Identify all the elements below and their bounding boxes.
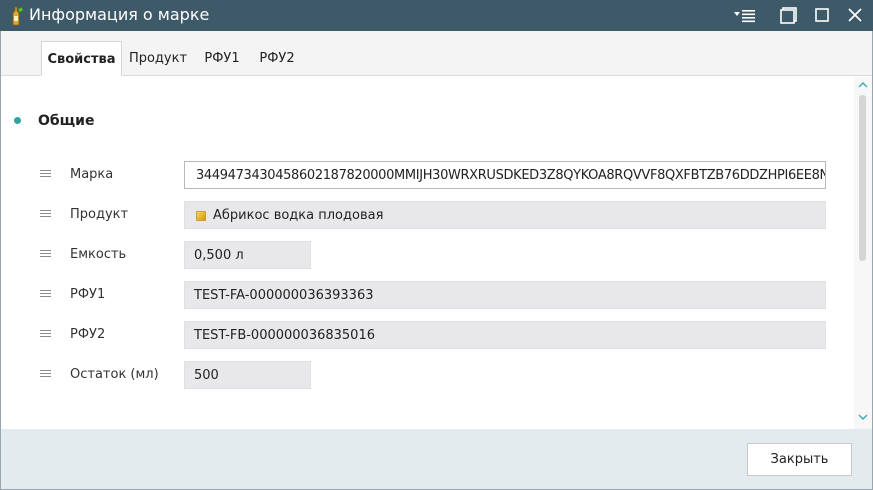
scrollbar-thumb[interactable] [859,95,866,261]
vertical-scrollbar[interactable] [854,77,872,429]
chevron-down-icon[interactable] [857,412,869,422]
section-bullet [14,117,21,124]
product-value: Абрикос водка плодовая [213,208,384,223]
drag-handle-icon[interactable] [40,250,51,258]
maximize-button[interactable] [807,3,837,27]
restore-icon [780,7,797,24]
field-label-remainder: Остаток (мл) [70,367,159,382]
capacity-field: 0,500 л [184,241,311,269]
drag-handle-icon[interactable] [40,330,51,338]
field-label-rfu1: РФУ1 [70,287,106,302]
close-icon [848,8,862,22]
app-icon [12,6,24,26]
drag-handle-icon[interactable] [40,370,51,378]
tab-product[interactable]: Продукт [125,41,191,76]
menu-icon [734,10,755,23]
remainder-field: 500 [184,361,311,389]
title-bar: Информация о марке [0,0,873,31]
menu-button[interactable] [731,3,761,27]
chevron-up-icon[interactable] [857,80,869,90]
product-icon [196,211,206,221]
tab-rfu1[interactable]: РФУ1 [198,41,246,76]
maximize-icon [815,8,829,22]
drag-handle-icon[interactable] [40,170,51,178]
drag-handle-icon[interactable] [40,210,51,218]
footer-bar [1,429,872,489]
tab-bar: Свойства Продукт РФУ1 РФУ2 [1,31,872,76]
rfu2-field: TEST-FB-000000036835016 [184,321,826,349]
restore-button[interactable] [774,3,804,27]
product-field: Абрикос водка плодовая [184,201,826,229]
mark-field[interactable]: 3449473430458602187820000MMIJH30WRXRUSDK… [184,161,826,189]
rfu1-field: TEST-FA-000000036393363 [184,281,826,309]
field-label-rfu2: РФУ2 [70,327,106,342]
tab-properties[interactable]: Свойства [41,41,122,76]
close-window-button[interactable] [840,3,870,27]
field-label-product: Продукт [70,207,129,222]
drag-handle-icon[interactable] [40,290,51,298]
field-label-capacity: Емкость [70,247,127,262]
close-button[interactable]: Закрыть [747,443,852,476]
tab-rfu2[interactable]: РФУ2 [253,41,301,76]
field-label-mark: Марка [70,167,114,182]
window-title: Информация о марке [29,5,210,24]
section-title[interactable]: Общие [38,111,94,131]
